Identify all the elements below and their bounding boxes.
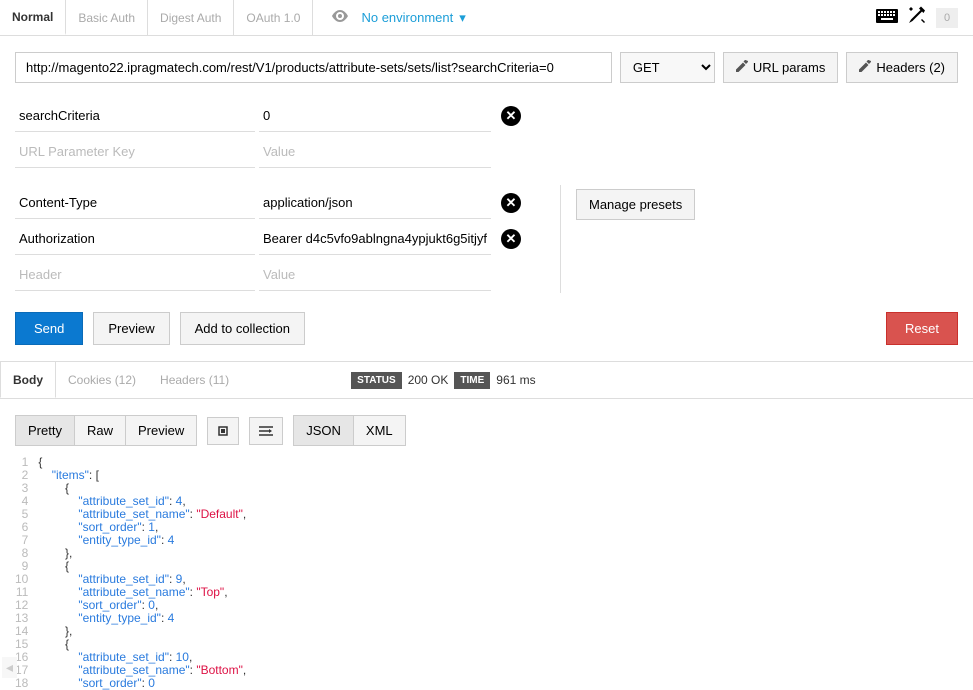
format-xml-button[interactable]: XML <box>353 415 406 446</box>
eye-icon <box>331 10 349 25</box>
sidebar-expand-icon[interactable]: ◂ <box>2 657 17 678</box>
tab-oauth[interactable]: OAuth 1.0 <box>233 0 313 35</box>
header-value-input-empty[interactable] <box>259 259 491 291</box>
header-key-input[interactable] <box>15 223 255 255</box>
view-preview-button[interactable]: Preview <box>125 415 197 446</box>
request-url-input[interactable] <box>15 52 612 83</box>
tab-digest-auth[interactable]: Digest Auth <box>147 0 234 35</box>
response-body: 123456789101112131415161718 { "items": [… <box>0 456 973 690</box>
header-value-input[interactable] <box>259 223 491 255</box>
url-param-value-input[interactable] <box>259 100 491 132</box>
environment-selector[interactable]: No environment ▾ <box>331 10 465 26</box>
settings-icon[interactable] <box>908 6 926 29</box>
send-button[interactable]: Send <box>15 312 83 345</box>
url-params-button[interactable]: URL params <box>723 52 838 83</box>
response-tab-cookies[interactable]: Cookies (12) <box>56 362 148 398</box>
view-pretty-button[interactable]: Pretty <box>15 415 74 446</box>
url-param-key-input-empty[interactable] <box>15 136 255 168</box>
edit-icon <box>859 60 871 75</box>
add-to-collection-button[interactable]: Add to collection <box>180 312 305 345</box>
method-select[interactable]: GET <box>620 52 715 83</box>
response-tab-body[interactable]: Body <box>0 362 56 398</box>
status-label: STATUS <box>351 372 402 389</box>
delete-param-button[interactable]: ✕ <box>501 106 521 126</box>
copy-icon <box>217 425 229 437</box>
response-tab-headers[interactable]: Headers (11) <box>148 362 241 398</box>
headers-button[interactable]: Headers (2) <box>846 52 958 83</box>
header-value-input[interactable] <box>259 187 491 219</box>
reset-button[interactable]: Reset <box>886 312 958 345</box>
url-param-value-input-empty[interactable] <box>259 136 491 168</box>
wrap-icon <box>259 425 273 437</box>
url-param-key-input[interactable] <box>15 100 255 132</box>
delete-header-button[interactable]: ✕ <box>501 229 521 249</box>
edit-icon <box>736 60 748 75</box>
view-raw-button[interactable]: Raw <box>74 415 125 446</box>
tab-basic-auth[interactable]: Basic Auth <box>65 0 148 35</box>
preview-button[interactable]: Preview <box>93 312 169 345</box>
wrap-button[interactable] <box>249 417 283 445</box>
status-value: 200 OK <box>408 373 449 387</box>
counter-badge: 0 <box>936 8 958 28</box>
format-json-button[interactable]: JSON <box>293 415 353 446</box>
keyboard-icon[interactable] <box>876 9 898 26</box>
delete-header-button[interactable]: ✕ <box>501 193 521 213</box>
time-label: TIME <box>454 372 490 389</box>
header-key-input[interactable] <box>15 187 255 219</box>
copy-button[interactable] <box>207 417 239 445</box>
time-value: 961 ms <box>496 373 535 387</box>
manage-presets-button[interactable]: Manage presets <box>576 189 695 220</box>
tab-normal[interactable]: Normal <box>0 0 66 35</box>
header-key-input-empty[interactable] <box>15 259 255 291</box>
caret-down-icon: ▾ <box>459 10 466 26</box>
environment-label: No environment <box>361 10 453 25</box>
